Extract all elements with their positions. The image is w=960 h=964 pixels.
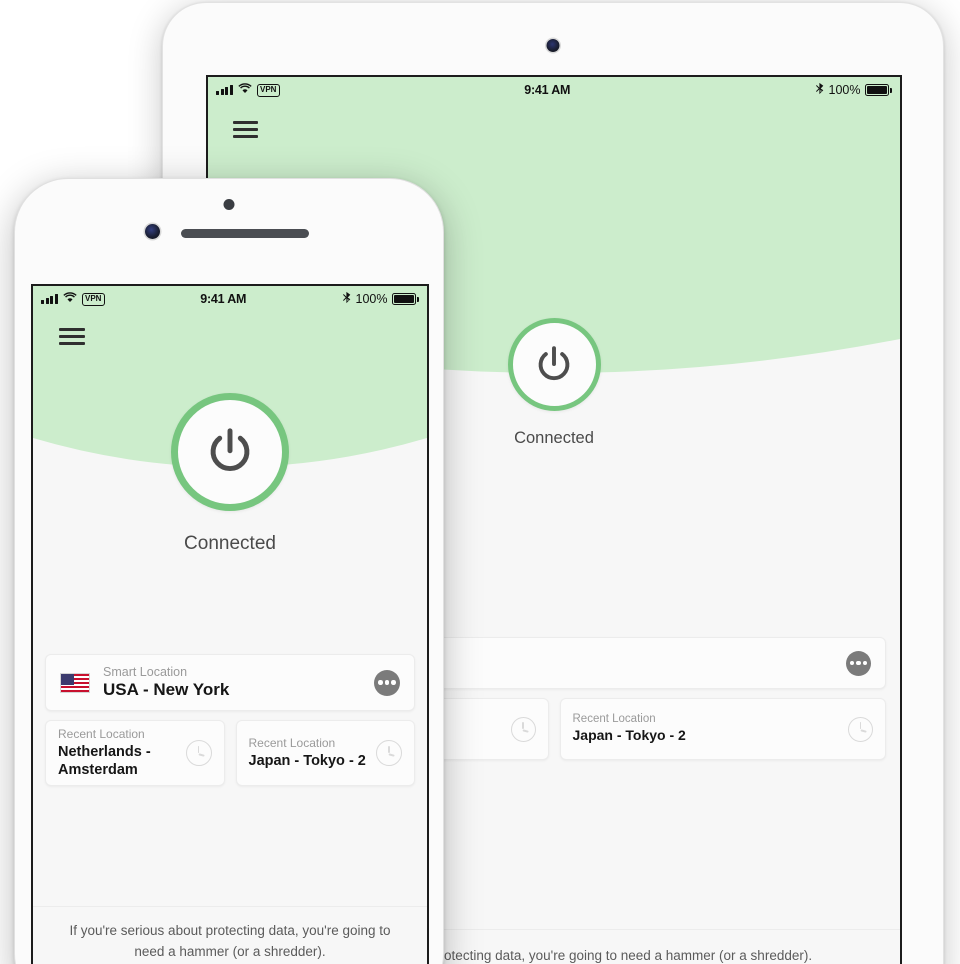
clock-icon bbox=[510, 716, 536, 742]
power-button-icon[interactable] bbox=[507, 318, 601, 411]
wifi-icon bbox=[237, 83, 252, 97]
locations-section: Smart Location USA - New York Recent Loc… bbox=[33, 654, 427, 786]
battery-percent-label: 100% bbox=[355, 292, 388, 306]
smart-location-sublabel: Smart Location bbox=[103, 665, 188, 679]
smart-location-text: Smart Location USA - New York bbox=[103, 665, 229, 700]
cellular-bars-icon bbox=[216, 85, 233, 95]
connection-status-label: Connected bbox=[184, 533, 276, 554]
status-bar-left: VPN bbox=[216, 83, 280, 97]
recent-locations-row: Recent Location Netherlands - Amsterdam … bbox=[45, 720, 415, 786]
hamburger-menu-icon[interactable] bbox=[59, 328, 85, 345]
vpn-badge: VPN bbox=[81, 292, 105, 306]
battery-full-icon bbox=[392, 293, 419, 305]
status-bar-time: 9:41 AM bbox=[200, 292, 247, 306]
battery-full-icon bbox=[865, 84, 892, 96]
battery-percent-label: 100% bbox=[828, 83, 861, 97]
status-bar-time: 9:41 AM bbox=[524, 83, 571, 97]
status-bar: VPN 9:41 AM 100% bbox=[33, 286, 427, 310]
hamburger-menu-icon[interactable] bbox=[233, 121, 258, 138]
phone-device: VPN 9:41 AM 100% Connected Smart Locatio… bbox=[14, 178, 444, 964]
smart-location-card[interactable]: Smart Location USA - New York bbox=[45, 654, 415, 711]
recent-location-title: Japan - Tokyo - 2 bbox=[572, 727, 686, 744]
clock-icon bbox=[848, 716, 873, 742]
recent-location-title: Netherlands - Amsterdam bbox=[58, 743, 151, 778]
bluetooth-icon bbox=[815, 82, 824, 98]
status-bar-left: VPN bbox=[41, 292, 105, 306]
flag-usa-icon bbox=[60, 672, 90, 693]
smart-location-title: USA - New York bbox=[103, 680, 230, 699]
recent-location-sublabel: Recent Location bbox=[572, 713, 656, 726]
recent-location-card-2[interactable]: Recent Location Japan - Tokyo - 2 bbox=[559, 698, 886, 760]
tip-text: If you're serious about protecting data,… bbox=[69, 923, 391, 959]
phone-screen: VPN 9:41 AM 100% Connected Smart Locatio… bbox=[31, 284, 429, 964]
wifi-icon bbox=[62, 292, 77, 306]
proximity-sensor-icon bbox=[223, 199, 235, 210]
status-bar-right: 100% bbox=[815, 82, 892, 98]
recent-location-sublabel: Recent Location bbox=[248, 735, 336, 750]
bluetooth-icon bbox=[342, 291, 351, 307]
clock-icon bbox=[376, 740, 402, 766]
power-button-icon[interactable] bbox=[171, 393, 289, 511]
recent-location-title: Japan - Tokyo - 2 bbox=[248, 752, 366, 769]
recent-location-card-1[interactable]: Recent Location Netherlands - Amsterdam bbox=[45, 720, 225, 786]
vpn-badge: VPN bbox=[256, 83, 280, 97]
recent-location-sublabel: Recent Location bbox=[58, 726, 145, 741]
status-bar: VPN 9:41 AM 100% bbox=[208, 77, 900, 101]
recent-location-card-2[interactable]: Recent Location Japan - Tokyo - 2 bbox=[235, 720, 415, 786]
cellular-bars-icon bbox=[41, 294, 58, 304]
screenshot-stage: VPN 9:41 AM 100% Connected Recent Locati… bbox=[0, 0, 960, 964]
connection-area: Connected bbox=[33, 393, 427, 555]
more-options-icon[interactable] bbox=[846, 650, 871, 676]
more-options-icon[interactable] bbox=[374, 669, 400, 696]
front-camera-icon bbox=[546, 39, 560, 52]
tip-section: If you're serious about protecting data,… bbox=[33, 906, 427, 964]
status-bar-right: 100% bbox=[342, 291, 419, 307]
front-camera-icon bbox=[145, 224, 160, 239]
vpn-app-screen-phone: VPN 9:41 AM 100% Connected Smart Locatio… bbox=[33, 286, 427, 964]
earpiece-speaker bbox=[181, 229, 309, 238]
clock-icon bbox=[185, 740, 212, 766]
connection-status-label: Connected bbox=[514, 429, 594, 447]
